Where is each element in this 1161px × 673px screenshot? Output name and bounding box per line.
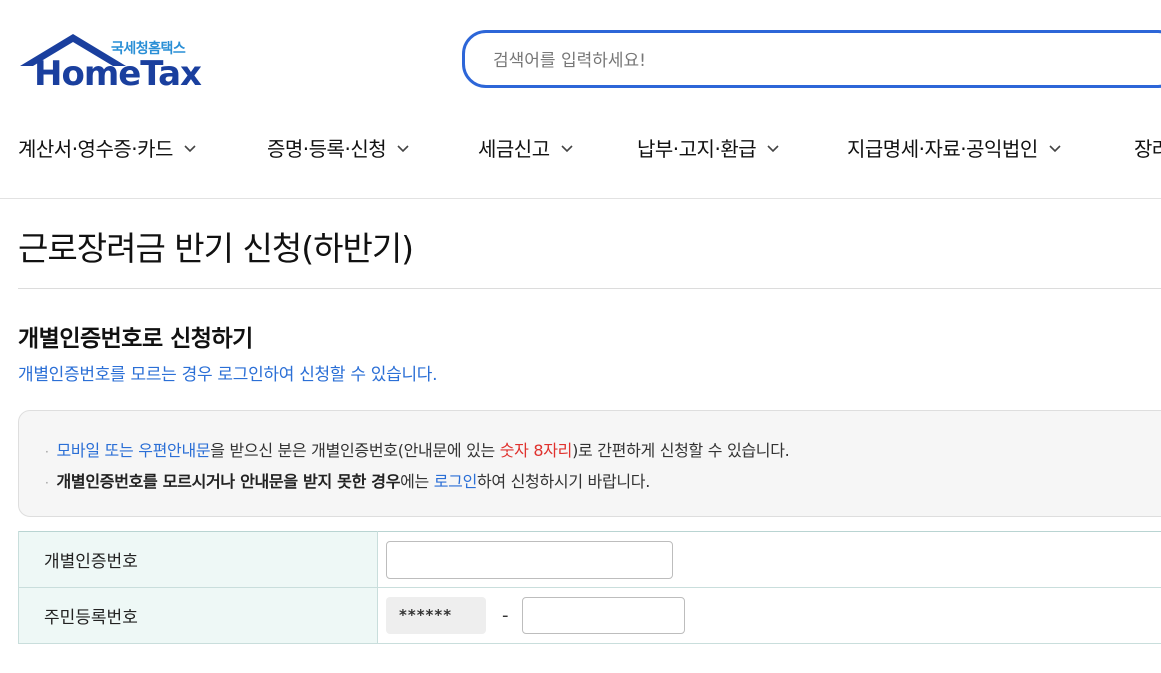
notice-line-1: · 모바일 또는 우편안내문을 받으신 분은 개별인증번호(안내문에 있는 숫자 …: [45, 437, 790, 461]
notice-text: )로 간편하게 신청할 수 있습니다.: [572, 441, 790, 460]
chevron-down-icon: [184, 144, 196, 152]
form-row-auth-number: 개별인증번호: [18, 531, 1161, 588]
nav-item-label: 계산서·영수증·카드: [18, 137, 173, 161]
section-description: 개별인증번호를 모르는 경우 로그인하여 신청할 수 있습니다.: [18, 365, 438, 385]
notice-text: 에는: [400, 472, 434, 491]
rrn-back-input[interactable]: [521, 597, 685, 634]
notice-text: 을 받으신 분은 개별인증번호(안내문에 있는: [210, 441, 500, 460]
chevron-down-icon: [397, 144, 409, 152]
auth-number-label: 개별인증번호: [18, 531, 378, 588]
notice-bold-text: 개별인증번호를 모르시거나 안내문을 받지 못한 경우: [56, 472, 401, 491]
rrn-label: 주민등록번호: [18, 587, 378, 644]
nav-item-label: 장려: [1134, 137, 1161, 161]
main-nav: 계산서·영수증·카드 증명·등록·신청 세금신고 납부·고지·환급 지급명세·자…: [18, 133, 1161, 163]
logo-title: HomeTax: [34, 54, 202, 94]
nav-item-label: 세금신고: [478, 137, 550, 161]
nav-item-payment-refund[interactable]: 납부·고지·환급: [637, 133, 780, 162]
search-box[interactable]: [462, 30, 1161, 88]
login-link[interactable]: 로그인: [434, 472, 478, 491]
chevron-down-icon: [1049, 144, 1061, 152]
notice-line-2: · 개별인증번호를 모르시거나 안내문을 받지 못한 경우에는 로그인하여 신청하…: [45, 468, 650, 492]
auth-form-table: 개별인증번호 주민등록번호 ****** -: [18, 531, 1161, 644]
nav-item-invoice-receipt-card[interactable]: 계산서·영수증·카드: [18, 133, 197, 162]
notice-text: 하여 신청하시기 바랍니다.: [477, 472, 650, 491]
nav-item-label: 납부·고지·환급: [637, 137, 757, 161]
page-title: 근로장려금 반기 신청(하반기): [18, 229, 414, 268]
notice-highlight-blue: 모바일 또는 우편안내문: [56, 441, 211, 460]
auth-number-input[interactable]: [386, 540, 673, 579]
header-divider: [0, 198, 1161, 199]
nav-item-tax-report[interactable]: 세금신고: [478, 133, 574, 162]
nav-item-label: 증명·등록·신청: [267, 137, 387, 161]
form-row-rrn: 주민등록번호 ****** -: [18, 587, 1161, 644]
notice-highlight-red: 숫자 8자리: [499, 441, 573, 460]
auth-number-cell: [377, 531, 1161, 588]
bullet-icon: ·: [45, 476, 49, 490]
section-title: 개별인증번호로 신청하기: [18, 326, 253, 352]
bullet-icon: ·: [45, 445, 49, 459]
rrn-front-masked: ******: [386, 597, 486, 634]
hometax-logo[interactable]: 국세청홈택스 HomeTax: [18, 32, 208, 94]
rrn-dash: -: [502, 605, 509, 626]
chevron-down-icon: [767, 144, 779, 152]
nav-item-statement-data[interactable]: 지급명세·자료·공익법인: [847, 133, 1062, 162]
rrn-cell: ****** -: [377, 587, 1161, 644]
nav-item-certificate-registration[interactable]: 증명·등록·신청: [267, 133, 410, 162]
title-divider: [18, 288, 1161, 289]
nav-item-label: 지급명세·자료·공익법인: [847, 137, 1038, 161]
nav-item-incentive[interactable]: 장려: [1134, 133, 1161, 162]
notice-box: · 모바일 또는 우편안내문을 받으신 분은 개별인증번호(안내문에 있는 숫자 …: [18, 410, 1161, 517]
search-input[interactable]: [491, 47, 1095, 75]
chevron-down-icon: [561, 144, 573, 152]
